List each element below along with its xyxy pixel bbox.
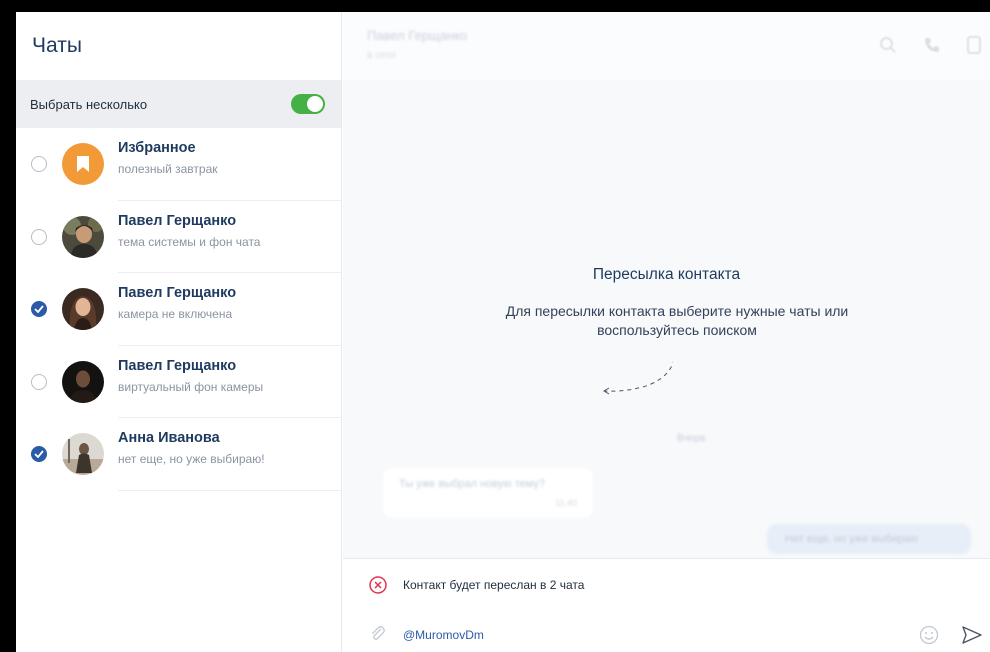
forward-note: Контакт будет переслан в 2 чата [369,573,584,597]
paperclip-icon[interactable] [369,625,387,643]
dashed-arrow-icon [603,361,673,395]
select-checkbox[interactable] [31,446,47,463]
incoming-message-text: Ты уже выбрал новую тему? [399,478,546,490]
multi-select-label: Выбрать несколько [30,96,148,112]
outgoing-message-text: Нет еще, но уже выбираю [785,533,919,545]
chat-list: Избранное полезный завтрак Павел Герщанк… [16,128,341,491]
chat-preview: виртуальный фон камеры [118,379,264,394]
chat-preview: нет еще, но уже выбираю! [118,452,265,466]
forward-title: Пересылка контакта [592,266,741,283]
chat-sidebar: Чаты Выбрать несколько Избранное полезны… [16,12,342,652]
multi-select-toggle[interactable] [291,94,325,114]
chat-item[interactable]: Павел Герщанко виртуальный фон камеры [16,346,341,419]
date-separator: Вчера [677,433,706,444]
phone-icon[interactable] [923,36,941,54]
cancel-forward-button[interactable] [369,576,387,594]
incoming-message: Ты уже выбрал новую тему? 11:40 [383,468,593,518]
multi-select-bar: Выбрать несколько [16,80,341,128]
chat-item[interactable]: Избранное полезный завтрак [16,128,341,201]
contact-status: в сети [367,50,396,61]
send-icon[interactable] [961,625,983,645]
message-input[interactable] [403,625,883,645]
chat-preview: тема системы и фон чата [118,234,261,249]
sidebar-header: Чаты [16,12,341,80]
chat-name: Павел Герщанко [118,212,237,229]
forward-description: Для пересылки контакта выберите нужные ч… [505,303,849,338]
close-circle-icon [369,576,387,594]
select-checkbox[interactable] [31,156,47,173]
select-checkbox[interactable] [31,373,47,390]
bookmark-icon [77,156,89,173]
conversation-header: Павел Герщанко в сети [343,12,990,80]
select-checkbox[interactable] [31,301,47,318]
composer: Контакт будет переслан в 2 чата [343,558,990,652]
search-icon[interactable] [879,36,897,54]
contact-name: Павел Герщанко [367,28,468,43]
chat-name: Павел Герщанко [118,285,237,301]
more-icon[interactable] [965,36,983,54]
chat-preview: полезный завтрак [118,162,218,176]
chat-name: Павел Герщанко [118,357,237,374]
message-input-row [369,623,990,647]
favorites-avatar [62,143,104,186]
chat-item[interactable]: Анна Иванова нет еще, но уже выбираю! [16,418,341,491]
outgoing-message: Нет еще, но уже выбираю [767,524,971,554]
chat-item[interactable]: Павел Герщанко камера не включена [16,273,341,346]
select-checkbox[interactable] [31,228,47,245]
avatar [62,360,104,403]
incoming-message-time: 11:40 [555,498,577,508]
chat-name: Избранное [118,140,196,156]
conversation-panel: Павел Герщанко в сети Пересылка контакта… [343,12,990,652]
avatar [62,215,104,258]
emoji-icon[interactable] [919,625,939,645]
chat-item[interactable]: Павел Герщанко тема системы и фон чата [16,201,341,274]
sidebar-title: Чаты [32,34,82,57]
forward-note-text: Контакт будет переслан в 2 чата [403,578,585,592]
avatar [62,288,104,331]
avatar [62,433,104,476]
chat-name: Анна Иванова [118,430,220,446]
chat-preview: камера не включена [118,307,233,321]
messenger-window: Чаты Выбрать несколько Избранное полезны… [16,12,990,652]
